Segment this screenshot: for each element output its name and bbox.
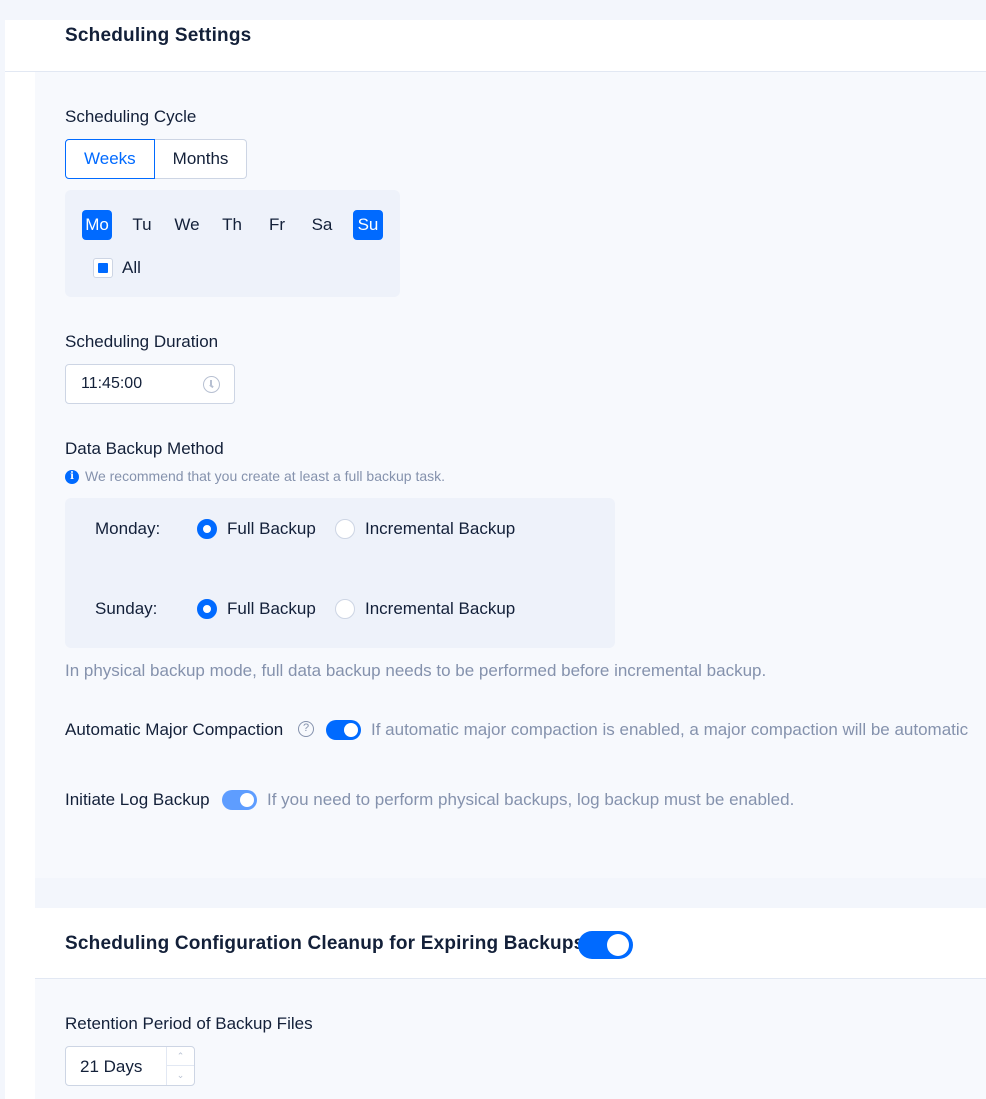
scheduling-settings-inner: Scheduling Cycle Weeks Months Mo Tu We T… [35, 72, 986, 878]
clock-icon [203, 376, 220, 393]
day-sa[interactable]: Sa [307, 210, 337, 240]
help-icon[interactable]: ? [298, 721, 314, 737]
backup-method-label: Data Backup Method [65, 439, 224, 458]
backup-method-box: Monday: Full Backup Incremental Backup S… [65, 498, 615, 648]
all-days-label: All [122, 258, 141, 277]
backup-method-hint: We recommend that you create at least a … [85, 468, 446, 484]
day-picker: Mo Tu We Th Fr Sa Su All [65, 190, 400, 297]
toggle-knob [240, 793, 254, 807]
sunday-incremental-backup-label: Incremental Backup [365, 599, 516, 618]
scheduling-duration-label: Scheduling Duration [65, 332, 219, 351]
sunday-full-backup-radio[interactable] [197, 599, 217, 619]
retention-label: Retention Period of Backup Files [65, 1014, 313, 1033]
day-su[interactable]: Su [353, 210, 383, 240]
increment-icon[interactable]: ⌃ [167, 1047, 194, 1066]
scheduling-settings-body: Scheduling Cycle Weeks Months Mo Tu We T… [35, 72, 986, 878]
sunday-full-backup-label: Full Backup [227, 599, 316, 618]
decrement-icon[interactable]: ⌄ [167, 1066, 194, 1085]
monday-full-backup-label: Full Backup [227, 519, 316, 538]
scheduling-cycle-label: Scheduling Cycle [65, 107, 197, 126]
major-compaction-toggle[interactable] [326, 720, 361, 740]
cleanup-body: Retention Period of Backup Files 21 Days… [35, 979, 986, 1099]
toggle-knob [607, 934, 629, 956]
page: Scheduling Settings Scheduling Cycle Wee… [0, 0, 986, 1099]
all-days-checkbox[interactable] [93, 258, 113, 278]
section-title: Scheduling Settings [65, 25, 252, 46]
retention-value: 21 Days [80, 1057, 143, 1076]
monday-full-backup-radio[interactable] [197, 519, 217, 539]
day-we[interactable]: We [172, 210, 202, 240]
cleanup-title: Scheduling Configuration Cleanup for Exp… [65, 933, 585, 954]
stepper: ⌃ ⌄ [166, 1047, 194, 1085]
retention-period-input[interactable]: 21 Days ⌃ ⌄ [65, 1046, 195, 1086]
cleanup-header: Scheduling Configuration Cleanup for Exp… [35, 908, 986, 979]
day-fr[interactable]: Fr [262, 210, 292, 240]
method-row-day: Sunday: [95, 599, 158, 618]
day-tu[interactable]: Tu [127, 210, 157, 240]
major-compaction-label: Automatic Major Compaction [65, 720, 284, 739]
info-icon: i [65, 470, 79, 484]
checkbox-indeterminate-icon [98, 263, 108, 273]
duration-time-picker[interactable]: 11:45:00 [65, 364, 235, 404]
monday-incremental-backup-radio[interactable] [335, 519, 355, 539]
monday-incremental-backup-label: Incremental Backup [365, 519, 516, 538]
log-backup-toggle[interactable] [222, 790, 257, 810]
card-left-strip [5, 20, 35, 1099]
scheduling-cycle-selector: Weeks Months [65, 139, 248, 179]
log-backup-description: If you need to perform physical backups,… [267, 790, 795, 809]
scheduling-settings-header: Scheduling Settings [5, 20, 986, 72]
major-compaction-description: If automatic major compaction is enabled… [371, 720, 969, 739]
toggle-knob [344, 723, 358, 737]
day-th[interactable]: Th [217, 210, 247, 240]
day-mo[interactable]: Mo [82, 210, 112, 240]
method-row-day: Monday: [95, 519, 161, 538]
duration-value: 11:45:00 [81, 375, 143, 392]
physical-backup-note: In physical backup mode, full data backu… [65, 661, 767, 680]
sunday-incremental-backup-radio[interactable] [335, 599, 355, 619]
log-backup-label: Initiate Log Backup [65, 790, 210, 809]
cycle-option-weeks[interactable]: Weeks [65, 139, 155, 179]
cycle-option-months[interactable]: Months [154, 139, 248, 179]
cleanup-toggle[interactable] [578, 931, 633, 959]
